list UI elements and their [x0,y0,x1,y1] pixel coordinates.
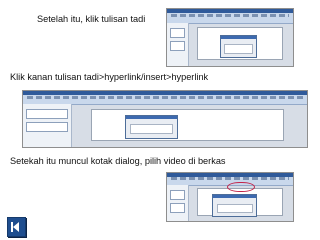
title-bar [167,173,293,177]
screenshot-step-2 [22,90,308,148]
caption-step-1: Setelah itu, klik tulisan tadi [37,14,146,24]
dialog-box [212,194,258,218]
dialog-box [219,35,258,58]
slide-thumbnails-pane [167,184,190,221]
highlight-circle [227,181,255,193]
title-bar [23,91,307,95]
screenshot-step-1 [166,8,294,67]
slide-thumbnails-pane [167,22,190,66]
title-bar [167,9,293,13]
caption-step-3: Setekah itu muncul kotak dialog, pilih v… [10,156,226,166]
dialog-box [125,114,179,139]
slide-thumbnails-pane [23,104,73,147]
tutorial-slide: Setelah itu, klik tulisan tadi Klik kana… [0,0,320,240]
slide-canvas [91,108,285,142]
back-arrow-icon [13,222,19,232]
previous-slide-button[interactable] [7,217,26,237]
screenshot-step-3 [166,172,294,222]
caption-step-2: Klik kanan tulisan tadi>hyperlink/insert… [10,72,209,82]
